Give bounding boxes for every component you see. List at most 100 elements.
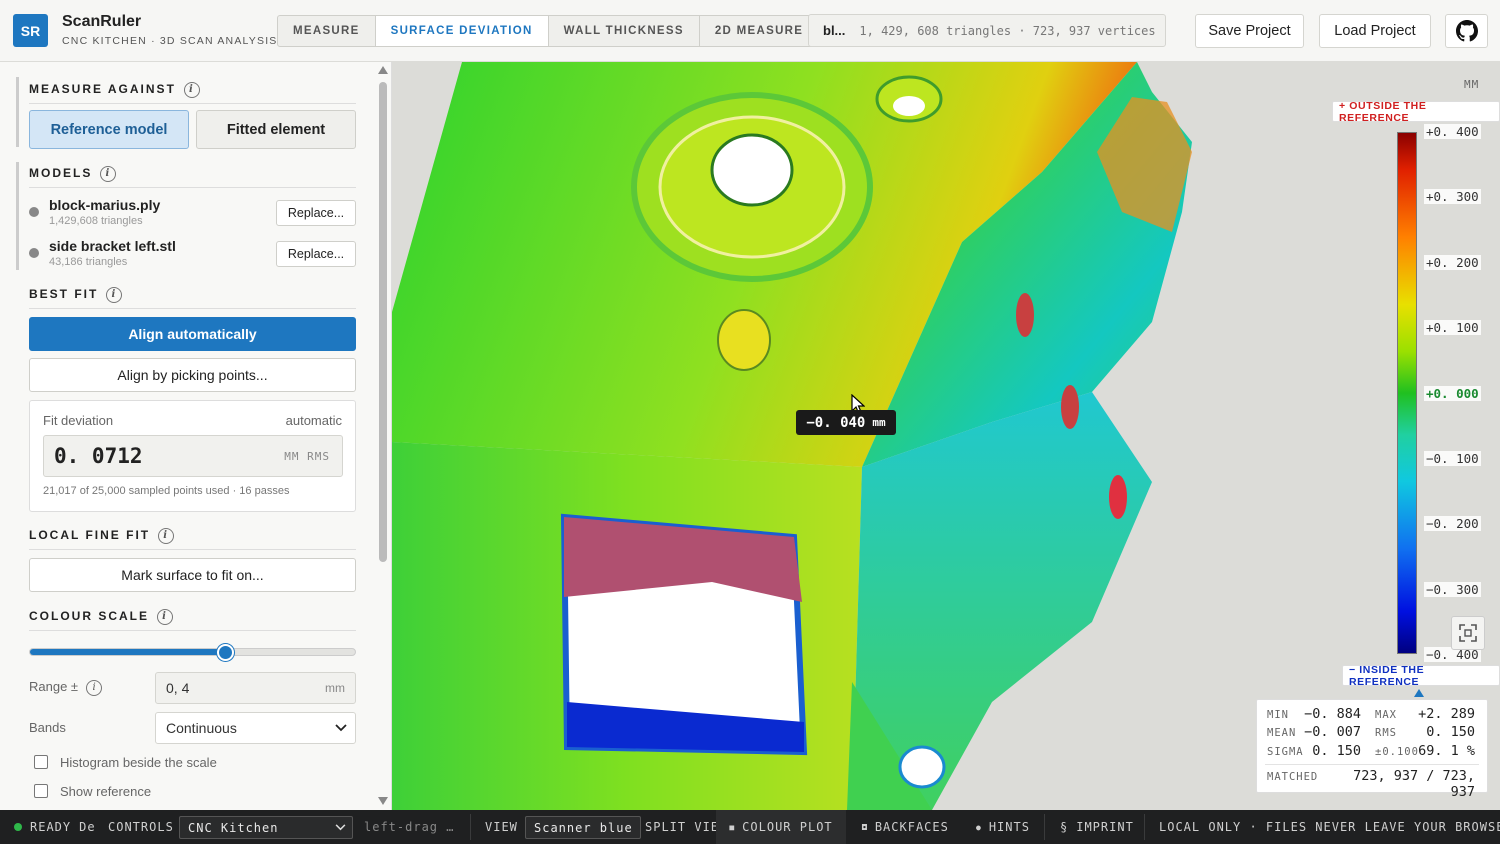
- load-project-button[interactable]: Load Project: [1319, 14, 1431, 48]
- reference-model-toggle[interactable]: Reference model: [29, 110, 189, 149]
- stat-sigma-value: 0. 150: [1312, 743, 1361, 759]
- stat-max-value: +2. 289: [1418, 706, 1475, 722]
- mode-tabs: MEASURE SURFACE DEVIATION WALL THICKNESS…: [277, 15, 820, 47]
- mesh-side-hole: [1109, 475, 1127, 519]
- replace-model-button[interactable]: Replace...: [276, 200, 356, 226]
- scrollbar-thumb[interactable]: [379, 82, 387, 562]
- best-fit-title: BEST FIT i: [29, 287, 123, 303]
- deviation-stats-panel: MIN −0. 884 MAX +2. 289 MEAN −0. 007 RMS…: [1256, 699, 1488, 800]
- fit-deviation-label: Fit deviation: [43, 413, 114, 428]
- slider-fill: [30, 649, 225, 655]
- deviation-mesh-render[interactable]: [392, 62, 1500, 810]
- local-only-notice: LOCAL ONLY · FILES NEVER LEAVE YOUR BROW…: [1159, 820, 1500, 834]
- bands-select[interactable]: Continuous: [155, 712, 356, 744]
- stat-rms-value: 0. 150: [1426, 724, 1475, 740]
- chevron-down-icon: [335, 724, 347, 732]
- model-triangles: 43,186 triangles: [49, 256, 128, 268]
- github-button[interactable]: [1445, 14, 1488, 48]
- sidebar: MEASURE AGAINST i Reference model Fitted …: [0, 62, 392, 810]
- align-by-picking-button[interactable]: Align by picking points...: [29, 358, 356, 392]
- show-reference-checkbox[interactable]: [34, 784, 48, 798]
- info-icon[interactable]: i: [158, 528, 175, 544]
- colour-scale-slider[interactable]: [29, 644, 356, 661]
- controls-label: CONTROLS: [108, 820, 174, 834]
- info-icon[interactable]: i: [106, 287, 123, 303]
- view-select[interactable]: Scanner blue: [525, 816, 641, 839]
- divider: [29, 630, 356, 631]
- divider: [470, 814, 471, 840]
- fitted-element-toggle[interactable]: Fitted element: [196, 110, 356, 149]
- colour-bar-tick-label: −0. 100: [1424, 451, 1481, 466]
- mark-surface-button[interactable]: Mark surface to fit on...: [29, 558, 356, 592]
- stat-within-label: ±0.100: [1375, 746, 1419, 758]
- dot-icon: ●: [976, 822, 982, 832]
- imprint-link[interactable]: § IMPRINT: [1060, 810, 1134, 844]
- mesh-bracket-hole: [898, 745, 946, 789]
- divider: [1144, 814, 1145, 840]
- deviation-tooltip: −0. 040 mm: [796, 410, 896, 435]
- controls-hint: left-drag …: [364, 820, 455, 834]
- colour-bar-tick-label: −0. 300: [1424, 581, 1481, 597]
- tab-surface-deviation[interactable]: SURFACE DEVIATION: [375, 16, 549, 46]
- mesh-file-name: bl...: [823, 23, 846, 38]
- outside-reference-label: + OUTSIDE THE REFERENCE: [1332, 100, 1500, 124]
- model-name: block-marius.ply: [49, 197, 161, 213]
- colour-plot-toggle[interactable]: ■ COLOUR PLOT: [716, 810, 846, 844]
- bands-label: Bands: [29, 720, 66, 735]
- stat-max-label: MAX: [1375, 709, 1397, 721]
- app-subtitle: CNC KITCHEN · 3D SCAN ANALYSIS: [62, 35, 278, 47]
- status-ready: READY De: [14, 810, 96, 844]
- stat-min-value: −0. 884: [1304, 706, 1361, 722]
- split-view-toggle[interactable]: SPLIT VIEW: [645, 810, 727, 844]
- model-color-dot: [29, 248, 39, 258]
- tab-2d-measure[interactable]: 2D MEASURE: [700, 16, 818, 46]
- stat-matched-value: 723, 937 / 723, 937: [1353, 768, 1475, 800]
- colour-bar-tick-label: +0. 000: [1424, 385, 1481, 401]
- show-reference-label: Show reference: [60, 784, 152, 799]
- colour-bar-tick-label: −0. 200: [1424, 516, 1481, 532]
- tab-wall-thickness[interactable]: WALL THICKNESS: [549, 16, 700, 46]
- histogram-label: Histogram beside the scale: [60, 755, 217, 770]
- stat-within-value: 69. 1 %: [1418, 743, 1475, 759]
- info-icon[interactable]: i: [86, 679, 103, 696]
- backfaces-toggle[interactable]: ◘ BACKFACES: [862, 810, 949, 844]
- section-icon: §: [1060, 820, 1069, 834]
- mesh-stats: 1, 429, 608 triangles · 723, 937 vertice…: [859, 23, 1156, 38]
- local-fine-fit-title: LOCAL FINE FIT i: [29, 528, 175, 544]
- replace-model-button[interactable]: Replace...: [276, 241, 356, 267]
- fit-view-button[interactable]: [1451, 616, 1485, 650]
- mesh-side-hole: [1016, 293, 1034, 337]
- info-icon[interactable]: i: [100, 166, 117, 182]
- scroll-up-icon[interactable]: [378, 66, 388, 74]
- colour-bar-tick-label: +0. 400: [1424, 124, 1481, 139]
- tab-measure[interactable]: MEASURE: [278, 16, 376, 46]
- controls-select[interactable]: CNC Kitchen: [179, 816, 353, 839]
- measure-against-title: MEASURE AGAINST i: [29, 82, 200, 98]
- scroll-down-icon[interactable]: [378, 797, 388, 805]
- divider: [29, 549, 356, 550]
- hints-toggle[interactable]: ● HINTS: [976, 810, 1030, 844]
- stat-rms-label: RMS: [1375, 727, 1397, 739]
- mesh-bore-hole: [710, 133, 794, 207]
- sidebar-scrollbar[interactable]: [377, 62, 389, 810]
- colour-scale-title: COLOUR SCALE i: [29, 609, 173, 625]
- info-icon[interactable]: i: [157, 609, 173, 625]
- status-dot-icon: [14, 823, 22, 831]
- inside-reference-label: − INSIDE THE REFERENCE: [1342, 664, 1500, 688]
- github-icon: [1455, 20, 1478, 42]
- mesh-small-hole: [893, 96, 925, 116]
- align-automatically-button[interactable]: Align automatically: [29, 317, 356, 351]
- save-project-button[interactable]: Save Project: [1195, 14, 1304, 48]
- 3d-viewport[interactable]: [392, 62, 1500, 810]
- slider-handle[interactable]: [217, 644, 235, 661]
- stat-mean-label: MEAN: [1267, 727, 1297, 739]
- backfaces-icon: ◘: [862, 822, 868, 832]
- divider: [1265, 764, 1479, 765]
- model-color-dot: [29, 207, 39, 217]
- info-icon[interactable]: i: [183, 82, 200, 98]
- histogram-checkbox[interactable]: [34, 755, 48, 769]
- range-input[interactable]: 0, 4 mm: [155, 672, 356, 704]
- fit-mode-label: automatic: [285, 413, 342, 428]
- mesh-pin-hole: [717, 309, 771, 371]
- status-bar: READY De CONTROLS CNC Kitchen left-drag ……: [0, 810, 1500, 844]
